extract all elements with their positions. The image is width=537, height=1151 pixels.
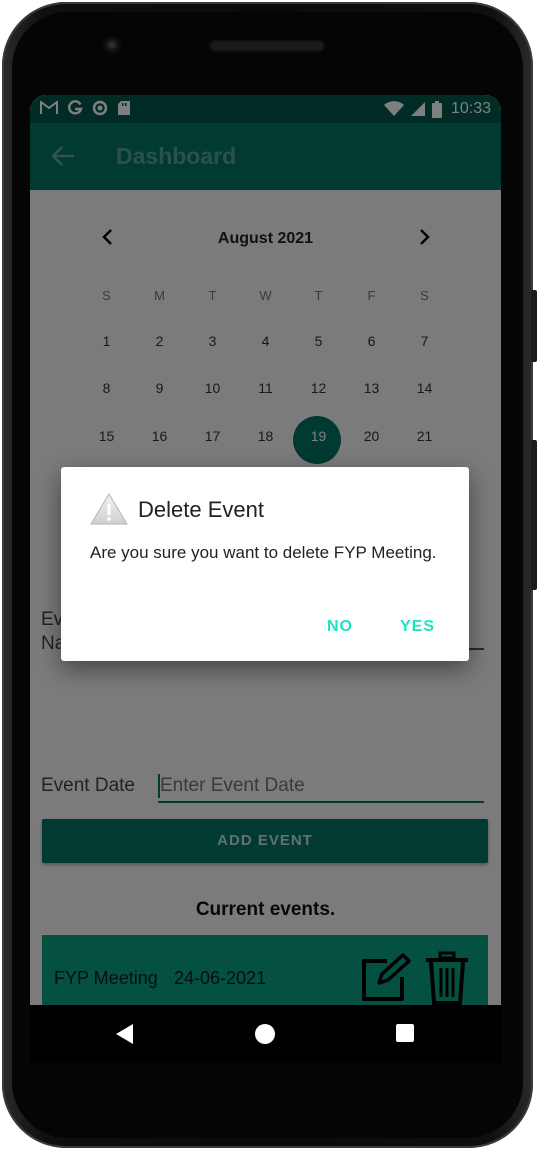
app-screen: 10:33 Dashboard August 2021 S M T W T F … — [30, 95, 501, 1005]
system-nav-bar — [30, 1005, 501, 1063]
dialog-message: Are you sure you want to delete FYP Meet… — [90, 543, 437, 562]
warning-icon — [90, 493, 128, 525]
delete-event-dialog: Delete Event Are you sure you want to de… — [61, 467, 469, 661]
volume-button — [531, 290, 537, 362]
earpiece-speaker — [209, 40, 325, 52]
dialog-no-button[interactable]: NO — [327, 618, 353, 636]
front-camera — [103, 36, 121, 54]
nav-home-icon[interactable] — [255, 1024, 275, 1044]
nav-back-icon[interactable] — [116, 1024, 133, 1044]
dialog-title: Delete Event — [138, 497, 264, 522]
power-button — [531, 440, 537, 590]
nav-recents-icon[interactable] — [396, 1024, 414, 1042]
dialog-yes-button[interactable]: YES — [400, 618, 435, 636]
